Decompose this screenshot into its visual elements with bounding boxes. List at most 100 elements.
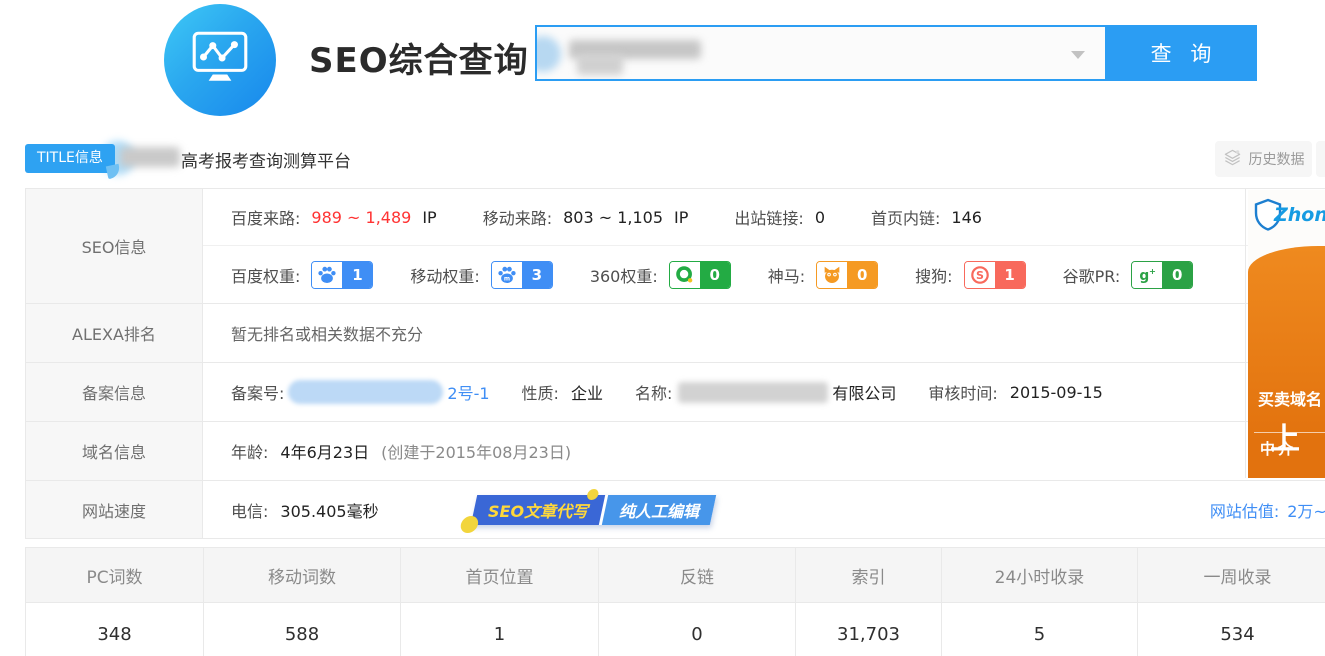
domain-age-value: 4年6月23日 (280, 439, 369, 463)
promo-banner-right-text: 纯人工编辑 (619, 498, 699, 522)
side-ad-banner[interactable]: Zhong 买卖域名 上 中介 (1248, 190, 1325, 478)
stat-baidu-traffic: 百度来路: 989 ~ 1,489 IP (231, 205, 437, 229)
column-header: PC词数 (26, 548, 204, 603)
history-data-button[interactable]: 历史数据 (1215, 141, 1312, 177)
icp-audit-date: 2015-09-15 (1010, 383, 1103, 402)
stat-suffix: IP (674, 208, 688, 227)
ad-brand-area: Zhong (1248, 190, 1325, 246)
domain-age-label: 年龄: (231, 439, 268, 463)
weight-label: 神马: (768, 263, 805, 287)
stat-label: 出站链接: (734, 205, 803, 229)
svg-text:+: + (1149, 266, 1156, 276)
stat-suffix: IP (422, 208, 436, 227)
weight-label: 搜狗: (915, 263, 952, 287)
svg-text:m: m (504, 275, 510, 282)
row-label-domain: 域名信息 (26, 422, 203, 481)
site-valuation-link[interactable]: 网站估值: 2万~3 (1210, 498, 1325, 522)
seo-traffic-row: 百度来路: 989 ~ 1,489 IP 移动来路: 803 ~ 1,105 I… (203, 189, 1325, 246)
baidu-mobile-weight-badge[interactable]: m 3 (491, 261, 553, 289)
clipped-button[interactable] (1316, 141, 1325, 177)
domain-created-date: (创建于2015年08月23日) (381, 439, 571, 463)
column-header: 一周收录 (1138, 548, 1325, 603)
icp-nature-value: 企业 (571, 380, 603, 404)
valuation-value: 2万~3 (1287, 498, 1325, 522)
weight-value: 0 (700, 262, 730, 288)
weight-value: 3 (522, 262, 552, 288)
google-pr-badge[interactable]: g + 0 (1131, 261, 1193, 289)
stat-value: 989 ~ 1,489 (311, 208, 411, 227)
ad-orange-body: 买卖域名 上 中介 (1248, 246, 1325, 478)
weight-value: 1 (342, 262, 372, 288)
icp-name-suffix: 有限公司 (832, 380, 896, 404)
baidu-weight-badge[interactable]: 1 (311, 261, 373, 289)
icp-audit-label: 审核时间: (928, 380, 997, 404)
weight-shenma: 神马: 0 (768, 261, 878, 289)
sogou-s-icon: S (965, 262, 995, 288)
table-cell: 348 (26, 603, 204, 656)
stat-outbound-links: 出站链接: 0 (734, 205, 825, 229)
chevron-down-icon[interactable] (1071, 51, 1085, 59)
table-cell: 588 (204, 603, 401, 656)
stat-mobile-traffic: 移动来路: 803 ~ 1,105 IP (483, 205, 689, 229)
baidu-paw-icon (312, 262, 342, 288)
table-cell: 31,703 (796, 603, 942, 656)
weight-google-pr: 谷歌PR: g + 0 (1063, 261, 1194, 289)
stat-value: 146 (951, 208, 982, 227)
search-input[interactable] (535, 25, 1105, 81)
layers-icon (1223, 148, 1242, 171)
baidu-mobile-paw-icon: m (492, 262, 522, 288)
redacted-site-favicon (535, 36, 561, 72)
redacted-company-name (678, 382, 828, 403)
weight-baidu-mobile: 移动权重: m 3 (410, 261, 552, 289)
app-logo (164, 4, 276, 116)
weight-label: 百度权重: (231, 263, 300, 287)
sogou-weight-badge[interactable]: S 1 (964, 261, 1026, 289)
row-label-seo-info: SEO信息 (26, 189, 203, 304)
stat-label: 百度来路: (231, 205, 300, 229)
ad-brand-text: Zhong (1274, 204, 1325, 226)
table-right-border (1245, 188, 1246, 478)
redacted-icp-number (288, 380, 443, 404)
table-cell: 1 (401, 603, 599, 656)
weight-360: 360权重: 0 (590, 261, 731, 289)
weight-baidu: 百度权重: 1 (231, 261, 373, 289)
seo-summary-table: SEO信息 百度来路: 989 ~ 1,489 IP 移动来路: 803 ~ 1… (25, 188, 1325, 539)
column-header: 移动词数 (204, 548, 401, 603)
stat-label: 移动来路: (483, 205, 552, 229)
seo-weights-row: 百度权重: 1 移动权重: (203, 246, 1325, 304)
monitor-chart-icon (187, 29, 253, 91)
alexa-row: 暂无排名或相关数据不充分 (203, 304, 1325, 363)
shenma-weight-badge[interactable]: 0 (816, 261, 878, 289)
icp-nature-label: 性质: (522, 380, 559, 404)
table-cell: 5 (942, 603, 1138, 656)
icp-name-label: 名称: (635, 380, 672, 404)
shenma-owl-icon (817, 262, 847, 288)
weight-label: 移动权重: (410, 263, 479, 287)
weight-sogou: 搜狗: S 1 (915, 261, 1025, 289)
ad-line1: 买卖域名 (1258, 386, 1322, 410)
promo-banner[interactable]: SEO文章代写 纯人工编辑 (470, 495, 715, 525)
row-label-speed: 网站速度 (26, 481, 203, 539)
so360-weight-badge[interactable]: 0 (669, 261, 731, 289)
so360-ring-icon (670, 262, 700, 288)
table-cell: 0 (599, 603, 796, 656)
row-label-icp: 备案信息 (26, 363, 203, 422)
column-header: 索引 (796, 548, 942, 603)
search-bar: 查 询 (535, 25, 1257, 81)
icp-number-link[interactable]: 2号-1 (447, 380, 489, 404)
keyword-stats-table: PC词数 移动词数 首页位置 反链 索引 24小时收录 一周收录 348 588… (25, 547, 1325, 656)
speed-telecom-label: 电信: (231, 498, 268, 522)
speed-row: 电信: 305.405毫秒 SEO文章代写 纯人工编辑 网站估值: 2万~3 (203, 481, 1325, 539)
icp-number-label: 备案号: (231, 380, 284, 404)
row-label-alexa: ALEXA排名 (26, 304, 203, 363)
promo-banner-left-text: SEO文章代写 (488, 498, 588, 522)
table-cell: 534 (1138, 603, 1325, 656)
icp-row: 备案号: 2号-1 性质: 企业 名称: 有限公司 审核时间: 2015-09-… (203, 363, 1325, 422)
alexa-value: 暂无排名或相关数据不充分 (231, 321, 423, 345)
query-button[interactable]: 查 询 (1105, 25, 1257, 81)
weight-value: 0 (847, 262, 877, 288)
svg-text:S: S (976, 269, 984, 282)
weight-label: 谷歌PR: (1063, 263, 1121, 287)
redacted-query-text (577, 54, 623, 75)
site-title-text: 高考报考查询测算平台 (181, 147, 351, 172)
